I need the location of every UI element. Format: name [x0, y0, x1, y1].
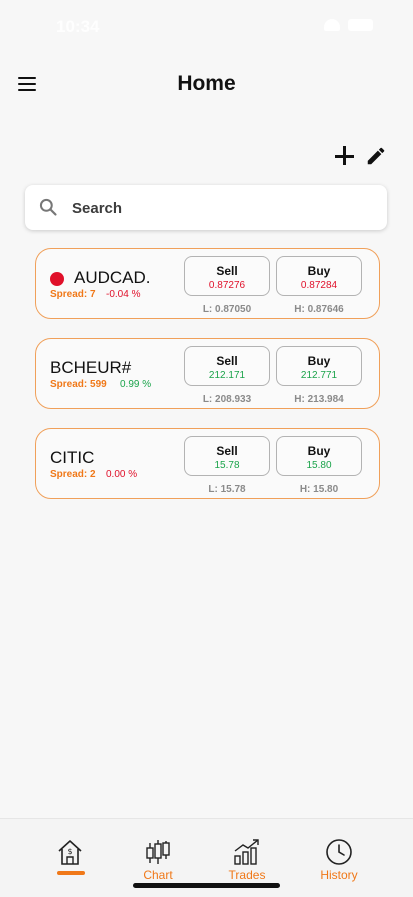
instrument-change: 0.00 % [106, 469, 138, 480]
sell-label: Sell [216, 354, 238, 368]
search-icon [39, 198, 57, 216]
search-bar [25, 185, 387, 232]
tab-label: Trades [228, 868, 266, 882]
candlestick-chart-icon [146, 840, 170, 864]
buy-price: 15.80 [306, 460, 332, 471]
add-button[interactable] [334, 145, 356, 167]
sell-price: 15.78 [214, 460, 240, 471]
page-title: Home [177, 72, 236, 95]
sell-price: 0.87276 [208, 280, 246, 291]
instrument-symbol: BCHEUR# [50, 358, 132, 377]
clock-history-icon [326, 839, 352, 865]
high-price: H: 213.984 [294, 394, 344, 405]
sell-price: 212.171 [208, 370, 246, 381]
trades-chart-icon [234, 839, 259, 865]
svg-text:$: $ [67, 847, 72, 856]
search-input[interactable] [70, 185, 374, 232]
instrument-card-audcad[interactable]: AUDCAD. Spread: 7 -0.04 % Sell 0.87276 B… [35, 248, 380, 319]
buy-label: Buy [307, 354, 331, 368]
tab-label: Chart [143, 868, 173, 882]
status-dot-icon [50, 272, 64, 286]
tab-history[interactable]: History [299, 819, 379, 897]
sell-button[interactable]: Sell 15.78 [184, 436, 270, 476]
instrument-change: 0.99 % [120, 379, 152, 390]
buy-price: 212.771 [300, 370, 338, 381]
buy-price: 0.87284 [300, 280, 338, 291]
instrument-change: -0.04 % [106, 289, 141, 300]
home-indicator [133, 883, 280, 888]
low-price: L: 0.87050 [202, 304, 252, 315]
instrument-spread: Spread: 599 [50, 379, 107, 390]
instrument-card-citic[interactable]: CITIC Spread: 2 0.00 % Sell 15.78 Buy 15… [35, 428, 380, 499]
active-tab-indicator [57, 871, 85, 875]
sell-button[interactable]: Sell 0.87276 [184, 256, 270, 296]
instrument-spread: Spread: 7 [50, 289, 96, 300]
status-time: 10:34 [56, 17, 100, 36]
battery-icon [348, 19, 373, 31]
home-dollar-icon: $ [58, 840, 82, 865]
instrument-spread: Spread: 2 [50, 469, 96, 480]
instrument-symbol: CITIC [50, 448, 95, 467]
tab-home[interactable]: $ [30, 819, 110, 897]
buy-button[interactable]: Buy 0.87284 [276, 256, 362, 296]
edit-button[interactable] [365, 145, 387, 167]
sell-label: Sell [216, 264, 238, 278]
low-price: L: 15.78 [208, 484, 246, 495]
sell-label: Sell [216, 444, 238, 458]
buy-button[interactable]: Buy 15.80 [276, 436, 362, 476]
buy-label: Buy [307, 444, 331, 458]
instrument-card-bcheur[interactable]: BCHEUR# Spread: 599 0.99 % Sell 212.171 … [35, 338, 380, 409]
wifi-icon [324, 19, 340, 31]
plus-icon-stroke [343, 146, 346, 165]
sell-button[interactable]: Sell 212.171 [184, 346, 270, 386]
buy-label: Buy [307, 264, 331, 278]
high-price: H: 15.80 [299, 484, 339, 495]
status-bar: 10:34 [0, 0, 413, 50]
buy-button[interactable]: Buy 212.771 [276, 346, 362, 386]
pencil-icon [367, 147, 385, 165]
status-icons [324, 19, 373, 31]
tab-label: History [320, 868, 358, 882]
low-price: L: 208.933 [202, 394, 252, 405]
high-price: H: 0.87646 [294, 304, 344, 315]
instrument-symbol: AUDCAD. [74, 268, 151, 287]
